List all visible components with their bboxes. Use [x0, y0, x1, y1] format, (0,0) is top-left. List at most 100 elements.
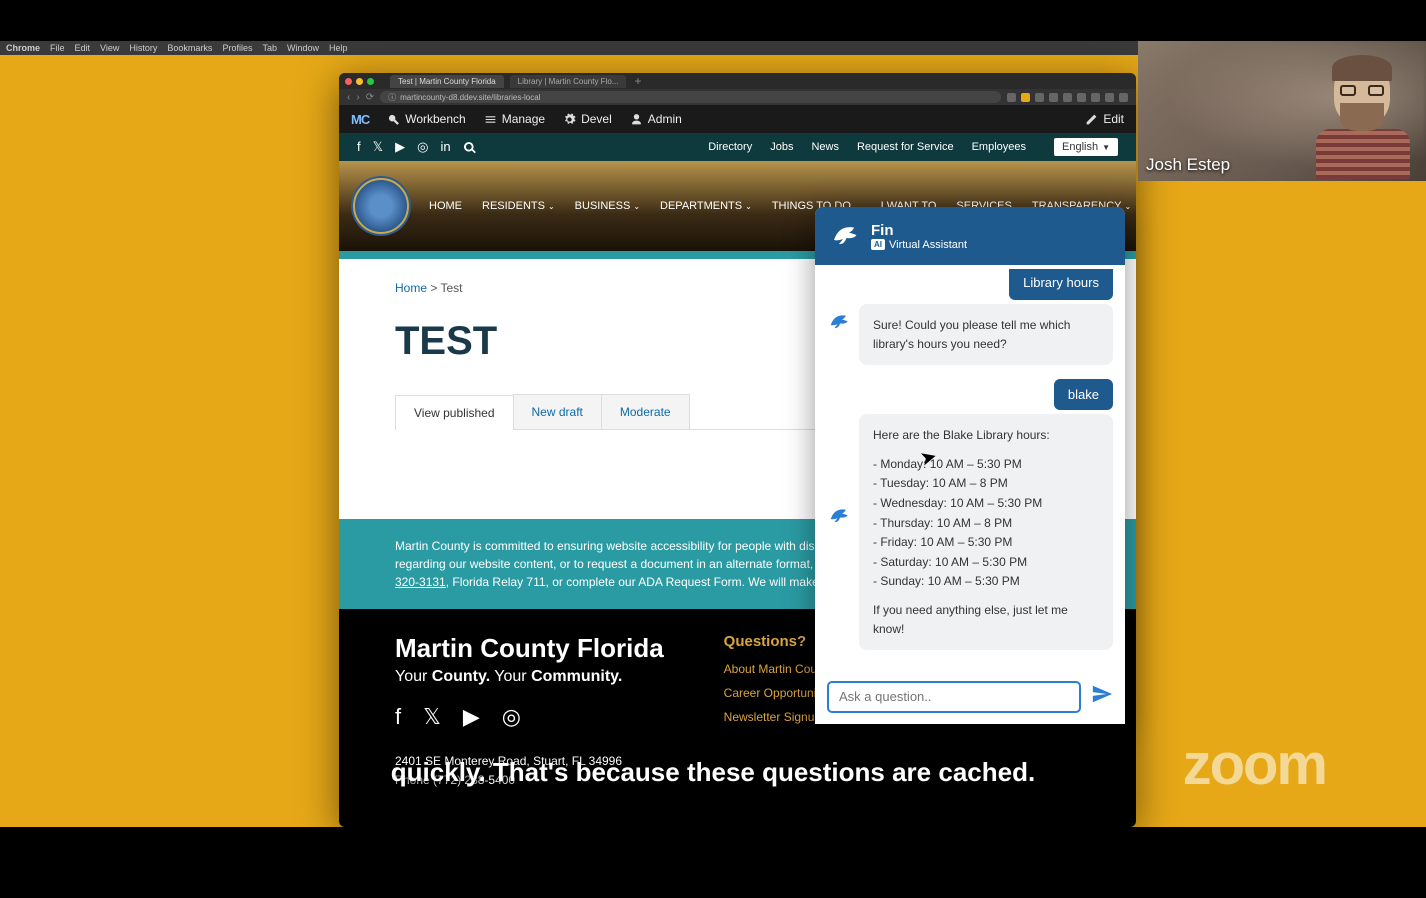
nav-residents[interactable]: RESIDENTS⌄ [482, 200, 555, 212]
footer-social: f 𝕏 ▶ ◎ [395, 704, 664, 730]
nav-reload-icon[interactable]: ⟳ [366, 92, 374, 103]
ai-badge: AI [871, 239, 885, 250]
utility-topbar: f 𝕏 ▶ ◎ in Directory Jobs News Request f… [339, 133, 1136, 161]
toplink-directory[interactable]: Directory [708, 141, 752, 153]
facebook-icon[interactable]: f [395, 704, 401, 730]
caret-down-icon: ⌄ [633, 202, 640, 211]
nav-departments-label: DEPARTMENTS [660, 200, 742, 212]
browser-tab-1[interactable]: Test | Martin County Florida [390, 75, 504, 88]
chatbot-name: Fin [871, 222, 967, 239]
menubar-view[interactable]: View [100, 43, 119, 53]
admin-edit-label: Edit [1103, 112, 1124, 126]
breadcrumb-current: Test [441, 281, 463, 295]
top-links: Directory Jobs News Request for Service … [708, 141, 1026, 153]
nav-business[interactable]: BUSINESS⌄ [575, 200, 640, 212]
footer-tag-d: Community. [531, 668, 622, 685]
admin-workbench[interactable]: Workbench [387, 112, 465, 126]
language-select[interactable]: English▼ [1054, 138, 1118, 156]
nav-back-icon[interactable]: ‹ [347, 92, 350, 103]
menubar-history[interactable]: History [129, 43, 157, 53]
caret-down-icon: ⌄ [1125, 202, 1132, 211]
admin-logo[interactable]: MC [351, 112, 369, 127]
browser-tab-2-label: Library | Martin County Flo... [518, 77, 619, 86]
nav-residents-label: RESIDENTS [482, 200, 545, 212]
instagram-icon[interactable]: ◎ [417, 139, 428, 155]
admin-manage[interactable]: Manage [484, 112, 545, 126]
youtube-icon[interactable]: ▶ [463, 704, 480, 730]
menubar-window[interactable]: Window [287, 43, 319, 53]
footer-tag-c: Your [494, 668, 526, 685]
chatbot-panel: Fin AIVirtual Assistant Library hours Su… [815, 207, 1125, 724]
hours-thu: - Thursday: 10 AM – 8 PM [873, 514, 1099, 533]
admin-user[interactable]: Admin [630, 112, 682, 126]
user-message-2: blake [1054, 379, 1113, 410]
send-button[interactable] [1091, 683, 1113, 711]
caret-down-icon: ⌄ [548, 202, 555, 211]
menubar-file[interactable]: File [50, 43, 65, 53]
instagram-icon[interactable]: ◎ [502, 704, 521, 730]
language-label: English [1062, 141, 1098, 153]
hamburger-icon [484, 113, 497, 126]
live-caption: quickly. That's because these questions … [0, 757, 1426, 788]
hours-wed: - Wednesday: 10 AM – 5:30 PM [873, 494, 1099, 513]
bot2-intro: Here are the Blake Library hours: [873, 426, 1099, 445]
user-icon [630, 113, 643, 126]
chat-input-row [815, 668, 1125, 724]
wrench-icon [387, 113, 400, 126]
chat-input[interactable] [827, 681, 1081, 713]
window-controls[interactable] [345, 78, 374, 85]
x-twitter-icon[interactable]: 𝕏 [423, 704, 441, 730]
toplink-request[interactable]: Request for Service [857, 141, 954, 153]
nav-fwd-icon[interactable]: › [356, 92, 359, 103]
breadcrumb-home[interactable]: Home [395, 281, 427, 295]
toplink-jobs[interactable]: Jobs [770, 141, 793, 153]
bot2-outro: If you need anything else, just let me k… [873, 601, 1099, 638]
tab-new-draft[interactable]: New draft [513, 394, 602, 429]
search-icon[interactable] [463, 139, 477, 155]
footer-tagline: Your County. Your Community. [395, 668, 664, 686]
nav-home[interactable]: HOME [429, 200, 462, 212]
bot-message-2: Here are the Blake Library hours: - Mond… [859, 414, 1113, 650]
webcam-overlay: Josh Estep [1138, 41, 1426, 181]
caret-down-icon: ⌄ [745, 202, 752, 211]
county-seal-logo[interactable] [353, 178, 409, 234]
sailfish-icon [829, 220, 861, 252]
youtube-icon[interactable]: ▶ [395, 139, 405, 155]
footer-legal: Accessibility | Terms of Service | Priva… [395, 790, 1080, 827]
webcam-person [1312, 53, 1412, 173]
menubar-tab[interactable]: Tab [262, 43, 277, 53]
library-hours-list: - Monday: 10 AM – 5:30 PM - Tuesday: 10 … [873, 455, 1099, 591]
toplink-news[interactable]: News [811, 141, 839, 153]
x-twitter-icon[interactable]: 𝕏 [373, 139, 383, 155]
admin-devel[interactable]: Devel [563, 112, 612, 126]
tab-view-published[interactable]: View published [395, 395, 514, 430]
menubar-edit[interactable]: Edit [75, 43, 91, 53]
admin-edit[interactable]: Edit [1085, 112, 1124, 126]
send-icon [1091, 683, 1113, 705]
new-tab-button[interactable]: + [634, 74, 641, 88]
hours-sat: - Saturday: 10 AM – 5:30 PM [873, 553, 1099, 572]
url-text: martincounty-d8.ddev.site/libraries-loca… [400, 93, 540, 102]
letterbox-top [0, 0, 1426, 41]
nav-departments[interactable]: DEPARTMENTS⌄ [660, 200, 752, 212]
sailfish-icon [827, 504, 851, 528]
tab-moderate[interactable]: Moderate [601, 394, 690, 429]
facebook-icon[interactable]: f [357, 139, 361, 155]
chatbot-messages[interactable]: Library hours Sure! Could you please tel… [815, 265, 1125, 665]
linkedin-icon[interactable]: in [440, 139, 450, 155]
menubar-help[interactable]: Help [329, 43, 348, 53]
toplink-employees[interactable]: Employees [972, 141, 1026, 153]
gear-icon [563, 113, 576, 126]
extensions-tray[interactable] [1007, 93, 1128, 102]
hours-sun: - Sunday: 10 AM – 5:30 PM [873, 572, 1099, 591]
menubar-bookmarks[interactable]: Bookmarks [167, 43, 212, 53]
menubar-profiles[interactable]: Profiles [222, 43, 252, 53]
menubar-app[interactable]: Chrome [6, 43, 40, 53]
url-field[interactable]: ⓘmartincounty-d8.ddev.site/libraries-loc… [380, 91, 1001, 103]
nav-home-label: HOME [429, 200, 462, 212]
footer-tag-b: County. [432, 668, 490, 685]
hours-tue: - Tuesday: 10 AM – 8 PM [873, 474, 1099, 493]
browser-tab-2[interactable]: Library | Martin County Flo... [510, 75, 627, 88]
browser-tab-1-label: Test | Martin County Florida [398, 77, 496, 86]
footer-title: Martin County Florida [395, 633, 664, 664]
